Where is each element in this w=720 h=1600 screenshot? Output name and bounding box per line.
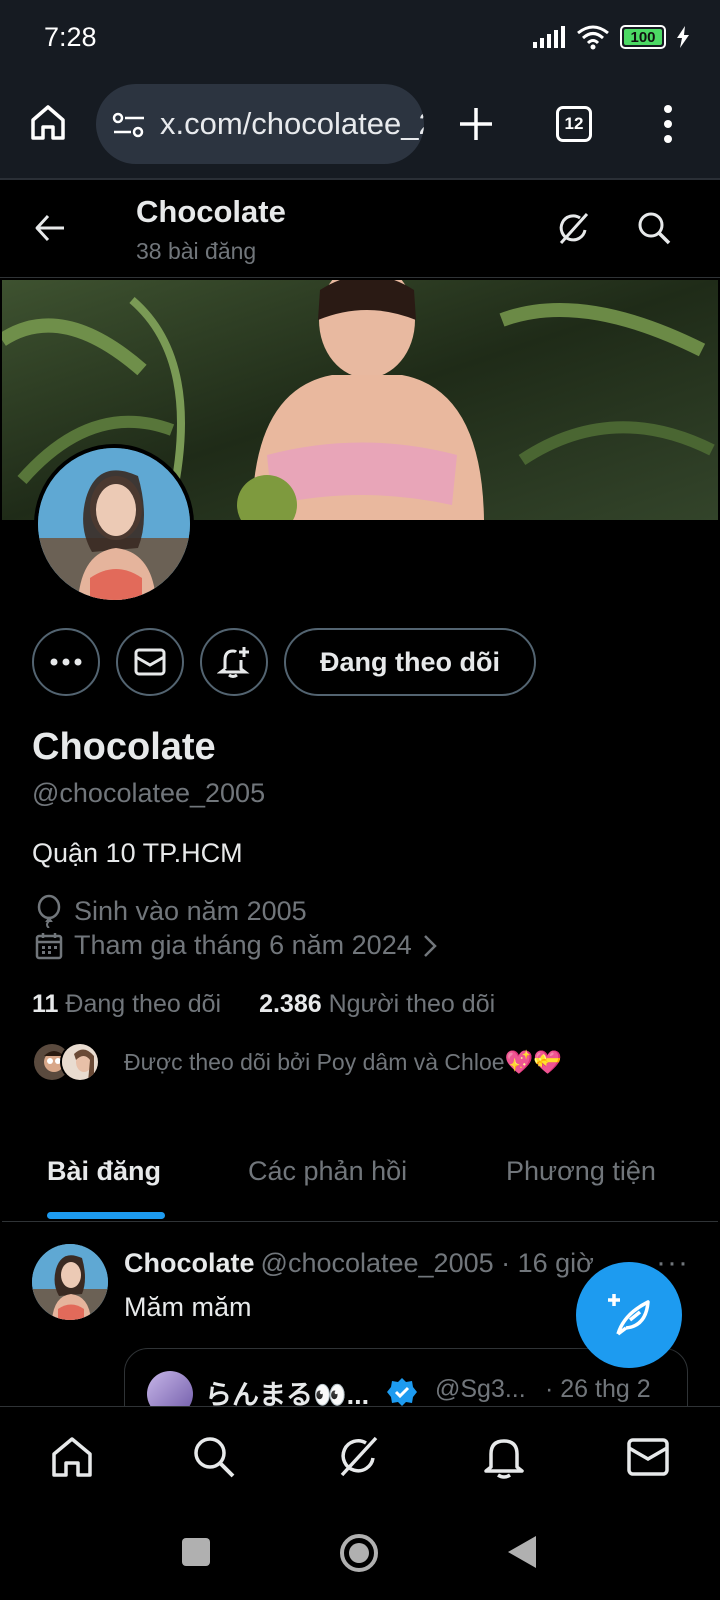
quote-time: · 26 thg 2 [545, 1375, 651, 1403]
profile-name: Chocolate [32, 726, 216, 768]
balloon-icon [37, 894, 61, 928]
followers-count: 2.386 [259, 990, 322, 1018]
battery-level: 100 [630, 28, 656, 46]
followers-link[interactable]: 2.386 Người theo dõi [259, 990, 495, 1019]
back-nav-icon[interactable] [506, 1534, 538, 1570]
page-title: Chocolate [136, 194, 286, 229]
signal-icon [533, 26, 565, 48]
tab-posts[interactable]: Bài đăng [47, 1156, 161, 1187]
post-count: 38 bài đăng [136, 238, 257, 264]
chevron-right-icon [423, 934, 437, 957]
browser-toolbar: x.com/chocolatee_2005 12 [0, 80, 720, 180]
following-count: 11 [32, 990, 59, 1018]
post-header: Chocolate @chocolatee_2005 · 16 giờ [124, 1248, 594, 1279]
new-tab-icon[interactable] [456, 104, 496, 144]
recents-icon[interactable] [180, 1536, 212, 1568]
tab-replies[interactable]: Các phản hồi [248, 1156, 407, 1187]
charging-icon [677, 26, 689, 48]
followed-by-row[interactable]: Được theo dõi bởi Poy dâm và Chloe💖💝 [32, 1042, 562, 1082]
message-button[interactable] [116, 628, 184, 696]
battery-icon: 100 [620, 25, 666, 49]
quote-handle: @Sg3... [435, 1375, 526, 1403]
notify-button[interactable] [200, 628, 268, 696]
mail-icon [134, 648, 166, 676]
tab-media[interactable]: Phương tiện [506, 1156, 656, 1187]
profile-avatar[interactable] [34, 444, 194, 604]
post-text: Măm măm [124, 1292, 252, 1322]
site-settings-icon[interactable] [112, 110, 146, 140]
avatar-image [38, 448, 190, 600]
tab-switcher-button[interactable]: 12 [556, 106, 592, 142]
profile-header: Chocolate 38 bài đăng [0, 182, 720, 278]
post-handle-time: @chocolatee_2005 · 16 giờ [260, 1248, 594, 1278]
search-icon[interactable] [636, 210, 672, 246]
url-text: x.com/chocolatee_2005 [160, 106, 424, 141]
calendar-icon [35, 932, 63, 959]
grok-icon[interactable] [554, 210, 592, 248]
followers-label: Người theo dõi [328, 990, 496, 1018]
compose-post-button[interactable] [576, 1262, 682, 1368]
verified-badge-icon [387, 1378, 417, 1406]
joined-info[interactable]: Tham gia tháng 6 năm 2024 [34, 930, 438, 961]
back-arrow-icon[interactable] [34, 212, 66, 244]
follower-avatar [60, 1042, 100, 1082]
active-tab-indicator [47, 1212, 165, 1219]
quote-author: らんまる👀... [205, 1380, 370, 1408]
browser-home-icon[interactable] [28, 102, 68, 142]
followed-by-text: Được theo dõi bởi Poy dâm và Chloe💖💝 [124, 1048, 562, 1075]
following-label: Đang theo dõi [65, 990, 222, 1018]
quote-avatar [147, 1371, 193, 1408]
profile-handle: @chocolatee_2005 [32, 778, 266, 808]
status-icons: 100 [532, 24, 690, 50]
compose-feather-icon [608, 1294, 650, 1336]
more-icon [50, 658, 82, 666]
post-author[interactable]: Chocolate [124, 1248, 255, 1278]
url-bar[interactable]: x.com/chocolatee_2005 [96, 84, 424, 164]
system-navigation [0, 1506, 720, 1600]
profile-bio: Quận 10 TP.HCM [32, 838, 243, 868]
profile-tabs: Bài đăng Các phản hồi Phương tiện [2, 1140, 718, 1222]
following-button[interactable]: Đang theo dõi [284, 628, 536, 696]
bell-plus-icon [217, 647, 250, 678]
bottom-navigation [0, 1406, 720, 1506]
nav-home-icon[interactable] [44, 1429, 100, 1485]
wifi-icon [577, 25, 609, 50]
nav-messages-icon[interactable] [620, 1429, 676, 1485]
birth-info: Sinh vào năm 2005 [34, 894, 307, 928]
nav-grok-icon[interactable] [330, 1429, 386, 1485]
status-time: 7:28 [44, 22, 97, 52]
home-nav-icon[interactable] [338, 1532, 380, 1574]
follow-stats: 11 Đang theo dõi 2.386 Người theo dõi [32, 990, 495, 1019]
post-avatar[interactable] [32, 1244, 108, 1320]
birth-text: Sinh vào năm 2005 [74, 895, 307, 926]
following-link[interactable]: 11 Đang theo dõi [32, 990, 221, 1019]
more-options-button[interactable] [32, 628, 100, 696]
nav-notifications-icon[interactable] [476, 1429, 532, 1485]
joined-text: Tham gia tháng 6 năm 2024 [74, 930, 412, 960]
browser-menu-icon[interactable] [658, 102, 678, 146]
status-bar: 7:28 100 [0, 0, 720, 80]
nav-search-icon[interactable] [186, 1429, 242, 1485]
